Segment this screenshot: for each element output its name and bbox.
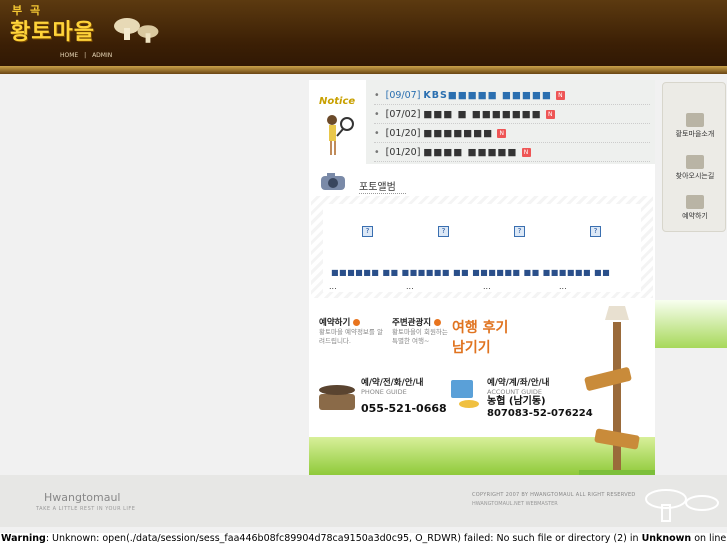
notice-title[interactable]: ■■■■■■■ bbox=[423, 128, 493, 139]
new-badge-icon: N bbox=[497, 128, 507, 138]
quick-menu-directions[interactable]: 찾아오시는길 bbox=[663, 155, 727, 181]
photo-thumbnail[interactable]: ? bbox=[362, 226, 373, 237]
tour-title: 주변관광지 bbox=[392, 318, 432, 328]
warning-tail: on line bbox=[691, 533, 727, 544]
quick-menu-label: 황토마을소개 bbox=[675, 130, 715, 138]
top-nav: HOME | ADMIN bbox=[60, 52, 116, 59]
bullet-icon: • bbox=[374, 127, 380, 139]
list-item[interactable]: • [01/20] ■■■■■■■ N bbox=[374, 124, 650, 143]
notice-title[interactable]: ■■■■ ■■■■■ bbox=[423, 147, 517, 158]
new-badge-icon: N bbox=[521, 147, 531, 157]
quick-menu-intro[interactable]: 황토마을소개 bbox=[663, 113, 727, 139]
arrow-icon bbox=[353, 319, 361, 326]
footer-site-name: Hwangtomaul bbox=[44, 491, 121, 504]
photo-caption: ... bbox=[406, 282, 414, 291]
bullet-icon: • bbox=[374, 146, 380, 158]
page: 부 곡 황토마을 HOME | ADMIN Notice • [09/07] K… bbox=[0, 0, 727, 545]
reserve-desc: 황토마을 예약정보를 알려드립니다. bbox=[319, 328, 383, 345]
photo-thumbnail[interactable]: ? bbox=[514, 226, 525, 237]
footer-copyright: COPYRIGHT 2007 BY HWANGTOMAUL ALL RIGHT … bbox=[472, 492, 636, 498]
site-footer: Hwangtomaul TAKE A LITTLE REST IN YOUR L… bbox=[0, 475, 727, 527]
bullet-icon: • bbox=[374, 108, 380, 120]
magnifier-girl-icon bbox=[327, 115, 354, 155]
nav-home-link[interactable]: HOME bbox=[60, 52, 78, 59]
photo-caption: ... bbox=[559, 282, 567, 291]
coins-icon bbox=[451, 380, 479, 408]
notice-panel: Notice • [09/07] KBS■■■■■ ■■■■■ N • [07/… bbox=[309, 80, 655, 164]
signpost-icon bbox=[579, 306, 655, 475]
phone-icon bbox=[686, 195, 704, 209]
photo-thumbnail[interactable]: ? bbox=[590, 226, 601, 237]
album-grid: ? ? ? ? ■■■■■■ ■■ ■■■■■■ ■■ ■■■■■■ ■■ ■■… bbox=[323, 204, 641, 292]
bullet-icon: • bbox=[374, 89, 380, 101]
bus-icon bbox=[686, 155, 704, 169]
reserve-title: 예약하기 bbox=[319, 318, 351, 328]
site-logo[interactable]: 황토마을 bbox=[10, 14, 95, 46]
bank-account: 농협 (남기동) 807083-52-076224 bbox=[487, 396, 593, 420]
review-link[interactable]: 여행 후기 남기기 bbox=[452, 318, 512, 358]
header-divider bbox=[0, 66, 727, 74]
notice-list: • [09/07] KBS■■■■■ ■■■■■ N • [07/02] ■■■… bbox=[366, 80, 655, 164]
phone-guide-title: 예/약/전/화/안/내 bbox=[361, 378, 424, 388]
notice-title[interactable]: KBS■■■■■ ■■■■■ bbox=[423, 90, 552, 101]
tour-link[interactable]: 주변관광지 황토마을이 회원하는 특별한 여행~ bbox=[392, 316, 454, 346]
quick-menu-label: 찾아오시는길 bbox=[675, 172, 715, 180]
warning-label: Warning bbox=[1, 533, 46, 544]
site-header: 부 곡 황토마을 HOME | ADMIN bbox=[0, 0, 727, 74]
nav-admin-link[interactable]: ADMIN bbox=[92, 52, 112, 59]
mushroom-icon bbox=[137, 25, 159, 43]
notice-date: [01/20] bbox=[385, 127, 421, 139]
album-frame: ? ? ? ? ■■■■■■ ■■ ■■■■■■ ■■ ■■■■■■ ■■ ■■… bbox=[311, 196, 653, 298]
tour-desc: 황토마을이 회원하는 특별한 여행~ bbox=[392, 328, 448, 345]
photo-caption: ... bbox=[483, 282, 491, 291]
account-guide-title: 예/약/계/좌/안/내 bbox=[487, 378, 550, 388]
php-warning: Warning: Unknown: open(./data/session/se… bbox=[0, 533, 727, 545]
album-captions[interactable]: ■■■■■■ ■■ ■■■■■■ ■■ ■■■■■■ ■■ ■■■■■■ ■■ bbox=[331, 268, 610, 277]
mushroom-icon bbox=[645, 489, 719, 522]
photo-album-panel: 포토앨범 ? ? ? ? ■■■■■■ ■■ ■■■■■■ ■■ ■■■■■■ … bbox=[309, 164, 655, 300]
photo-caption: ... bbox=[329, 282, 337, 291]
quick-menu-label: 예약하기 bbox=[682, 212, 708, 220]
promo-panel: 예약하기 황토마을 예약정보를 알려드립니다. 주변관광지 황토마을이 회원하는… bbox=[309, 300, 655, 475]
notice-label-area: Notice bbox=[309, 80, 365, 164]
footer-links[interactable]: HWANGTOMAUL.NET WEBMASTER bbox=[472, 501, 558, 507]
notice-title[interactable]: ■■■ ■ ■■■■■■■ bbox=[423, 109, 541, 120]
bank-name: 농협 (남기동) bbox=[487, 396, 546, 407]
album-header: 포토앨범 bbox=[309, 164, 655, 198]
photo-thumbnail[interactable]: ? bbox=[438, 226, 449, 237]
new-badge-icon: N bbox=[555, 90, 565, 100]
reserve-link[interactable]: 예약하기 황토마을 예약정보를 알려드립니다. bbox=[319, 316, 385, 346]
new-badge-icon: N bbox=[545, 109, 555, 119]
album-title[interactable]: 포토앨범 bbox=[359, 178, 406, 194]
notice-date: [01/20] bbox=[385, 146, 421, 158]
quick-menu-reserve[interactable]: 예약하기 bbox=[663, 195, 727, 221]
quick-menu: 황토마을소개 찾아오시는길 예약하기 bbox=[662, 82, 726, 232]
nav-divider: | bbox=[84, 52, 87, 59]
warning-text: : Unknown: open(./data/session/sess_faa4… bbox=[45, 533, 642, 544]
footer-slogan: TAKE A LITTLE REST IN YOUR LIFE bbox=[36, 506, 136, 512]
notice-heading: Notice bbox=[319, 96, 356, 107]
house-icon bbox=[686, 113, 704, 127]
arrow-icon bbox=[434, 319, 442, 326]
phone-number: 055-521-0668 bbox=[361, 402, 447, 415]
list-item[interactable]: • [07/02] ■■■ ■ ■■■■■■■ N bbox=[374, 105, 650, 124]
grass-decoration bbox=[655, 300, 727, 348]
account-guide: 예/약/계/좌/안/내 ACCOUNT GUIDE bbox=[487, 376, 549, 397]
list-item[interactable]: • [09/07] KBS■■■■■ ■■■■■ N bbox=[374, 86, 650, 105]
bank-number: 807083-52-076224 bbox=[487, 408, 593, 419]
warning-unknown: Unknown bbox=[641, 533, 692, 544]
notice-date: [09/07] bbox=[385, 89, 421, 101]
list-item[interactable]: • [01/20] ■■■■ ■■■■■ N bbox=[374, 143, 650, 162]
camera-icon bbox=[321, 173, 345, 190]
phone-guide: 예/약/전/화/안/내 PHONE GUIDE bbox=[361, 376, 423, 397]
phone-guide-sub: PHONE GUIDE bbox=[361, 388, 407, 396]
notice-date: [07/02] bbox=[385, 108, 421, 120]
telephone-icon bbox=[319, 385, 355, 410]
